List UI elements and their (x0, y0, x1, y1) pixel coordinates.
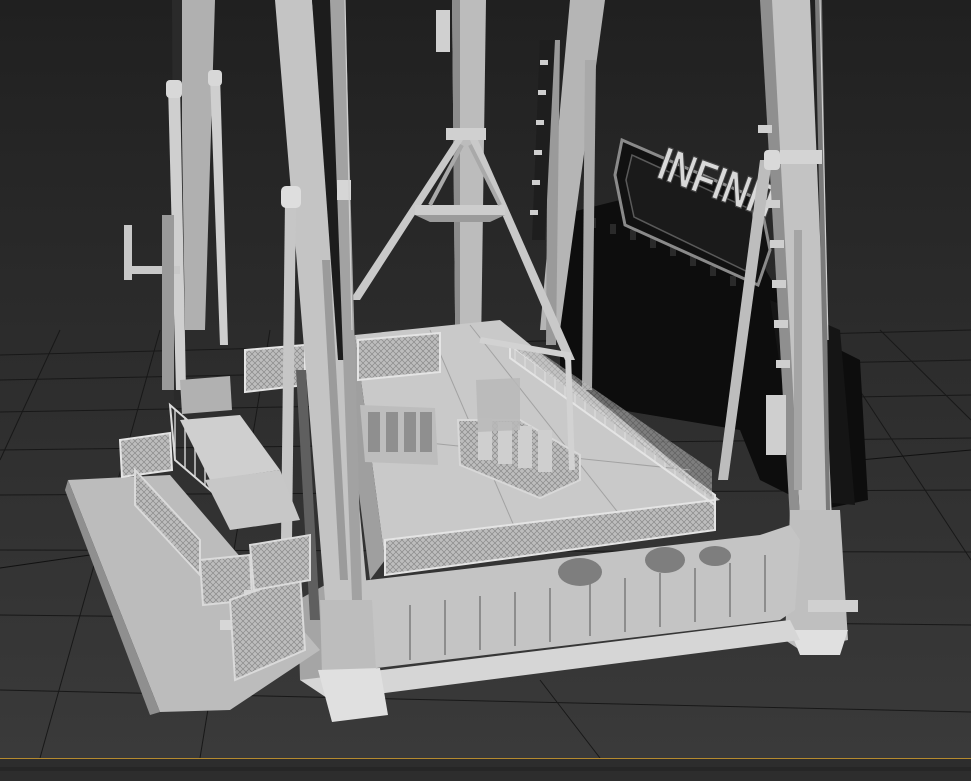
timeline-strip[interactable] (0, 758, 971, 781)
entrance-stairs (65, 376, 320, 715)
tower-back-left (124, 0, 228, 400)
viewport-scene: INFINITY (0, 0, 971, 758)
timeline-track[interactable] (0, 767, 971, 771)
3d-viewport[interactable]: INFINITY (0, 0, 971, 758)
